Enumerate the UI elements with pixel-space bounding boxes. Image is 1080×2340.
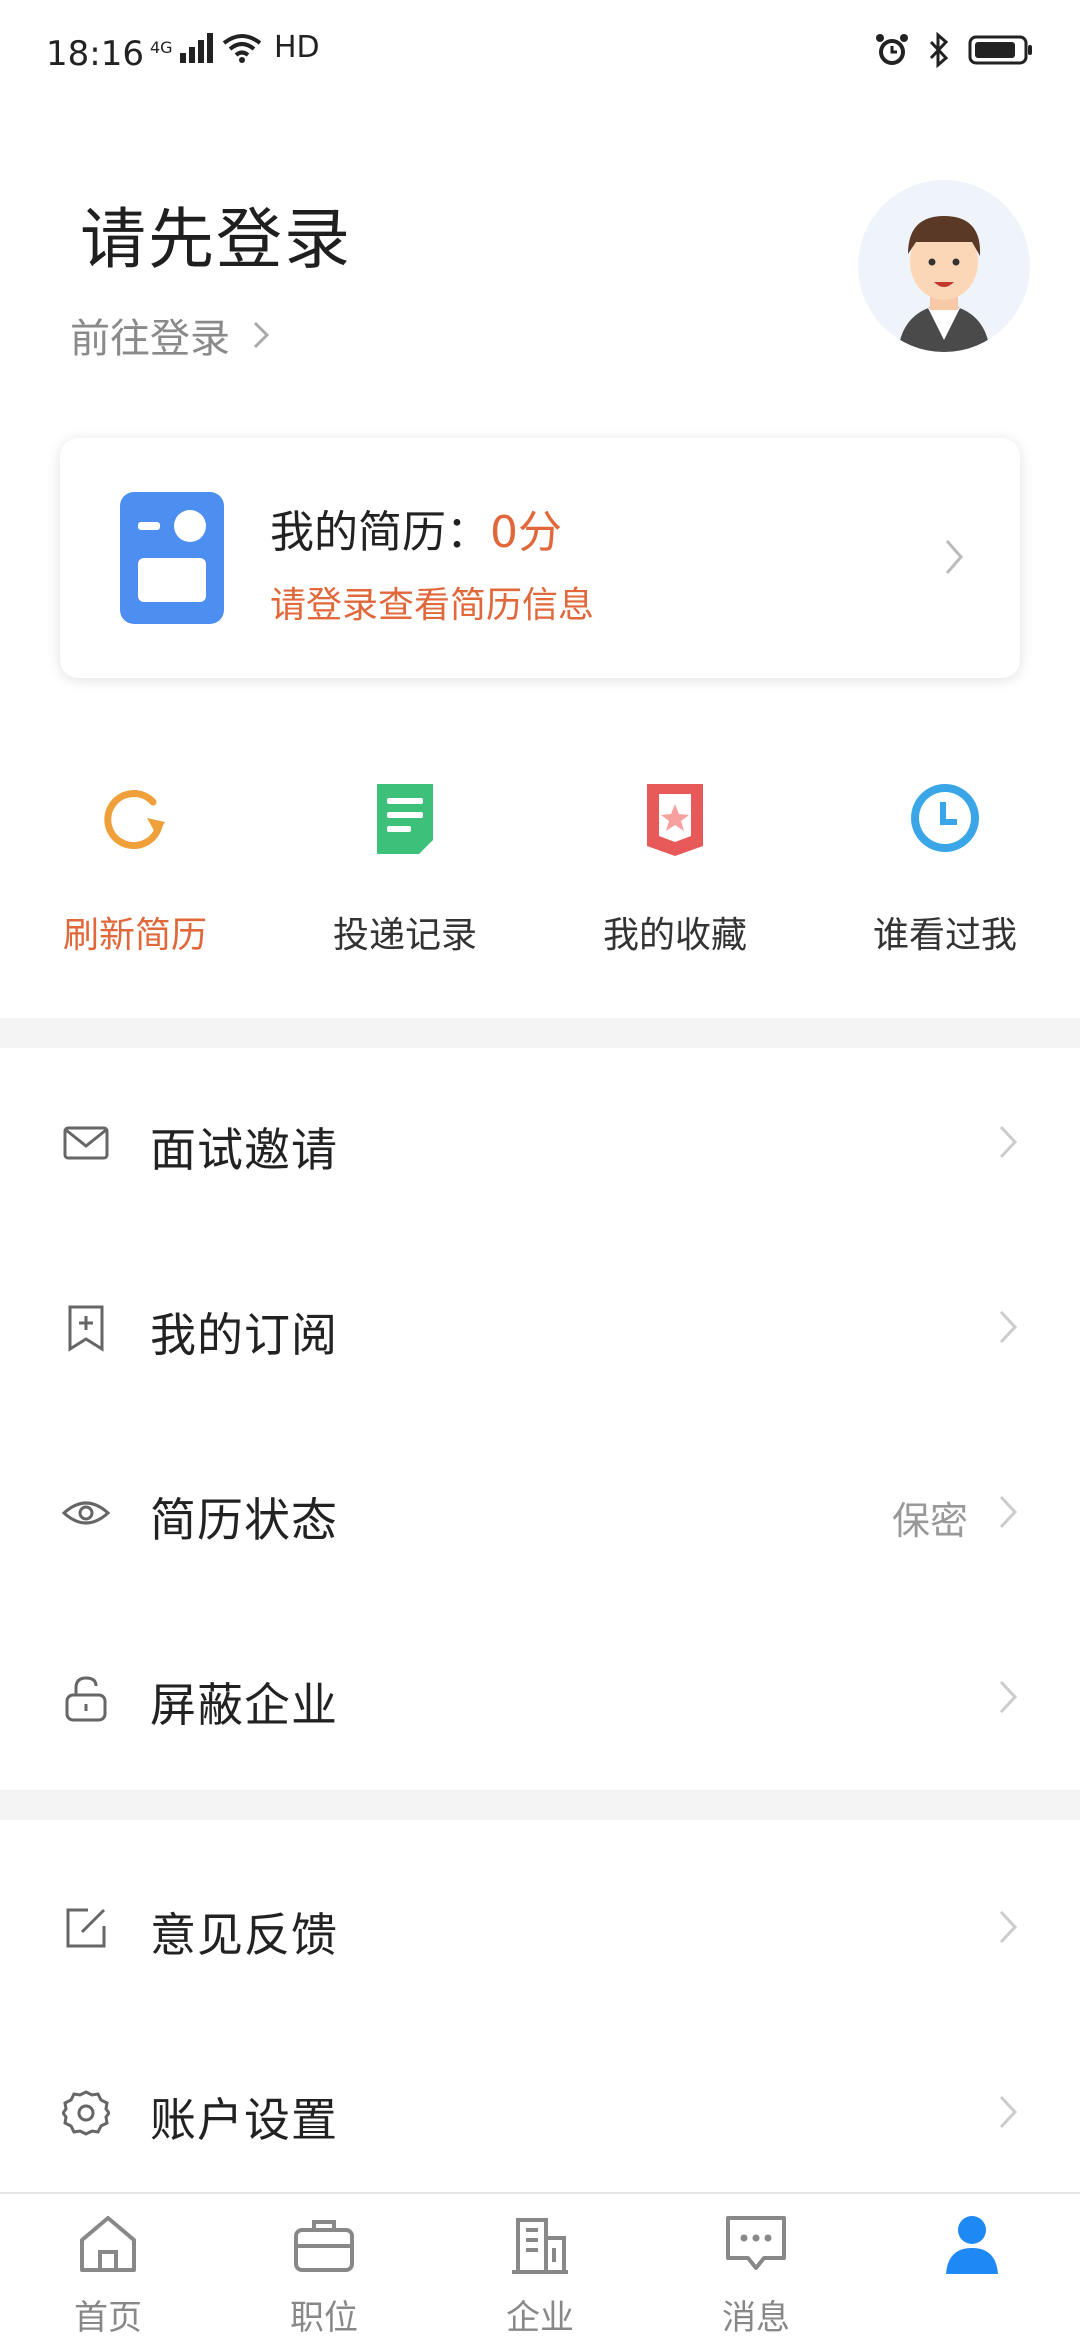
mail-icon bbox=[63, 1126, 109, 1160]
resume-status-value: 保密 bbox=[891, 1499, 968, 1543]
star-bookmark-icon bbox=[647, 784, 703, 856]
briefcase-icon bbox=[294, 2220, 354, 2272]
nav-item-companies[interactable]: 企业 bbox=[432, 2194, 648, 2340]
page-title: 请先登录 bbox=[80, 201, 352, 278]
building-icon bbox=[512, 2218, 568, 2274]
document-icon bbox=[377, 784, 433, 854]
bookmark-add-icon bbox=[68, 1305, 104, 1352]
menu-item-resume-status[interactable]: 简历状态 保密 bbox=[0, 1420, 1080, 1604]
quick-actions: 刷新简历 投递记录 我的收藏 谁看过我 bbox=[0, 760, 1080, 980]
alarm-icon bbox=[876, 34, 908, 65]
resume-score: 0分 bbox=[490, 507, 562, 558]
chevron-right-icon bbox=[945, 540, 963, 574]
menu-item-label: 我的订阅 bbox=[150, 1308, 338, 1362]
hd-indicator: HD bbox=[274, 30, 320, 65]
avatar[interactable] bbox=[858, 180, 1030, 352]
menu-item-account-settings[interactable]: 账户设置 bbox=[0, 2020, 1080, 2204]
quick-action-delivery-records[interactable]: 投递记录 bbox=[270, 760, 540, 980]
menu-item-label: 屏蔽企业 bbox=[150, 1678, 338, 1732]
nav-item-me[interactable] bbox=[864, 2194, 1080, 2340]
resume-card[interactable]: 我的简历：0分 请登录查看简历信息 bbox=[60, 438, 1020, 678]
nav-item-messages[interactable]: 消息 bbox=[648, 2194, 864, 2340]
gear-icon bbox=[62, 2090, 110, 2136]
nav-item-jobs[interactable]: 职位 bbox=[216, 2194, 432, 2340]
chevron-right-icon bbox=[999, 1310, 1018, 1344]
chevron-right-icon bbox=[253, 321, 270, 349]
menu-item-label: 简历状态 bbox=[150, 1493, 338, 1547]
chevron-right-icon bbox=[999, 1125, 1018, 1159]
nav-item-label: 企业 bbox=[506, 2298, 574, 2338]
status-time: 18:16 bbox=[46, 34, 144, 74]
menu-item-interview-invitations[interactable]: 面试邀请 bbox=[0, 1050, 1080, 1234]
resume-title: 我的简历：0分 bbox=[270, 496, 562, 560]
quick-action-refresh-resume[interactable]: 刷新简历 bbox=[0, 760, 270, 980]
resume-icon bbox=[120, 492, 224, 624]
menu-item-block-companies[interactable]: 屏蔽企业 bbox=[0, 1605, 1080, 1789]
wifi-icon bbox=[222, 33, 262, 63]
login-link-label: 前往登录 bbox=[70, 316, 230, 362]
eye-icon bbox=[62, 1501, 110, 1525]
nav-item-label: 消息 bbox=[722, 2298, 790, 2338]
resume-title-label: 我的简历： bbox=[270, 507, 490, 558]
nav-item-label: 职位 bbox=[290, 2298, 358, 2338]
battery-icon bbox=[968, 35, 1032, 65]
quick-action-label: 我的收藏 bbox=[602, 915, 747, 956]
clock-icon bbox=[911, 784, 979, 852]
bluetooth-icon bbox=[929, 32, 949, 68]
message-icon bbox=[726, 2216, 786, 2270]
menu-item-my-subscriptions[interactable]: 我的订阅 bbox=[0, 1235, 1080, 1419]
avatar-image bbox=[898, 216, 990, 352]
status-right bbox=[874, 32, 1034, 68]
refresh-icon bbox=[104, 790, 165, 850]
chevron-right-icon bbox=[999, 1680, 1018, 1714]
resume-login-hint: 请登录查看简历信息 bbox=[270, 585, 595, 626]
chevron-right-icon bbox=[999, 1910, 1018, 1944]
network-status: 4G HD bbox=[150, 30, 320, 65]
person-icon bbox=[946, 2216, 998, 2274]
lock-icon bbox=[65, 1676, 107, 1722]
menu-item-label: 意见反馈 bbox=[150, 1908, 338, 1962]
quick-action-label: 刷新简历 bbox=[62, 915, 207, 956]
chevron-right-icon bbox=[999, 1495, 1018, 1529]
bottom-nav: 首页 职位 企业 消息 bbox=[0, 2192, 1080, 2340]
quick-action-label: 投递记录 bbox=[332, 915, 477, 956]
nav-item-home[interactable]: 首页 bbox=[0, 2194, 216, 2340]
nav-item-label: 首页 bbox=[74, 2298, 142, 2338]
quick-action-my-favorites[interactable]: 我的收藏 bbox=[540, 760, 810, 980]
menu-item-label: 面试邀请 bbox=[150, 1123, 338, 1177]
network-type: 4G bbox=[150, 37, 173, 57]
edit-icon bbox=[66, 1908, 106, 1948]
section-divider bbox=[0, 1018, 1080, 1048]
login-link[interactable]: 前往登录 bbox=[70, 306, 270, 364]
status-bar: 18:16 4G HD bbox=[0, 0, 1080, 110]
home-icon bbox=[80, 2216, 136, 2272]
quick-action-label: 谁看过我 bbox=[872, 915, 1017, 956]
quick-action-who-viewed-me[interactable]: 谁看过我 bbox=[810, 760, 1080, 980]
section-divider bbox=[0, 1790, 1080, 1820]
menu-item-feedback[interactable]: 意见反馈 bbox=[0, 1835, 1080, 2019]
menu-item-label: 账户设置 bbox=[150, 2093, 338, 2147]
signal-icon bbox=[180, 32, 213, 63]
chevron-right-icon bbox=[999, 2095, 1018, 2129]
